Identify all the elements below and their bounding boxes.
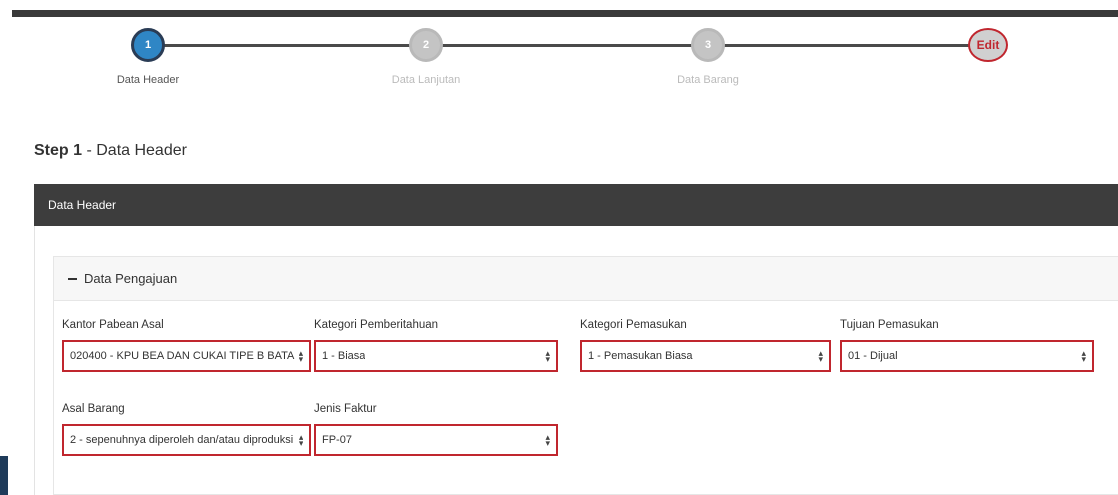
select-updown-icon: ▴▾ — [299, 434, 303, 446]
tujuan-pemasukan-label: Tujuan Pemasukan — [840, 319, 939, 331]
page-title-step: Step 1 — [34, 142, 83, 159]
kategori-pemasukan-select[interactable]: 1 - Pemasukan Biasa ▴ ▾ — [580, 340, 831, 372]
panel-header: Data Header — [34, 184, 1118, 226]
page-title-text: - Data Header — [82, 142, 187, 159]
kantor-pabean-asal-label: Kantor Pabean Asal — [62, 319, 164, 331]
panel-header-title: Data Header — [48, 198, 117, 212]
step-3-circle[interactable]: 3 — [691, 28, 725, 62]
kantor-pabean-asal-select[interactable]: 020400 - KPU BEA DAN CUKAI TIPE B BATAM … — [62, 340, 311, 372]
left-edge-marker — [0, 456, 8, 495]
kantor-pabean-asal-value: 020400 - KPU BEA DAN CUKAI TIPE B BATAM — [70, 350, 295, 362]
asal-barang-select[interactable]: 2 - sepenuhnya diperoleh dan/atau diprod… — [62, 424, 311, 456]
tujuan-pemasukan-value: 01 - Dijual — [848, 350, 898, 362]
wizard-step-edit[interactable]: Edit — [918, 20, 1058, 62]
wizard-progress-line — [148, 44, 988, 47]
page-title: Step 1 - Data Header — [34, 142, 187, 160]
jenis-faktur-value: FP-07 — [322, 434, 352, 446]
kategori-pemberitahuan-select[interactable]: 1 - Biasa ▴ ▾ — [314, 340, 558, 372]
section-header[interactable]: Data Pengajuan — [54, 257, 1118, 301]
section-title: Data Pengajuan — [84, 271, 178, 286]
step-1-label: Data Header — [116, 74, 180, 86]
kategori-pemasukan-label: Kategori Pemasukan — [580, 319, 687, 331]
select-updown-icon: ▴▾ — [545, 350, 550, 362]
step-1-circle[interactable]: 1 — [131, 28, 165, 62]
jenis-faktur-label: Jenis Faktur — [314, 403, 377, 415]
select-updown-icon: ▴▾ — [298, 350, 303, 362]
wizard-step-3[interactable]: 3 Data Barang — [638, 20, 778, 86]
collapse-minus-icon[interactable] — [68, 277, 77, 280]
jenis-faktur-select[interactable]: FP-07 ▴ ▾ — [314, 424, 558, 456]
kategori-pemberitahuan-label: Kategori Pemberitahuan — [314, 319, 439, 331]
kategori-pemberitahuan-value: 1 - Biasa — [322, 350, 366, 362]
top-bar — [12, 10, 1118, 17]
select-updown-icon: ▴▾ — [818, 350, 823, 362]
step-2-label: Data Lanjutan — [391, 74, 461, 86]
edit-step-circle[interactable]: Edit — [968, 28, 1008, 62]
field-jenis-faktur: Jenis Faktur FP-07 ▴ ▾ — [314, 403, 558, 456]
asal-barang-value: 2 - sepenuhnya diperoleh dan/atau diprod… — [70, 434, 295, 446]
select-updown-icon: ▴▾ — [545, 434, 550, 446]
field-kategori-pemasukan: Kategori Pemasukan 1 - Pemasukan Biasa ▴… — [580, 319, 831, 372]
wizard-step-2[interactable]: 2 Data Lanjutan — [356, 20, 496, 86]
data-pengajuan-section: Data Pengajuan Kantor Pabean Asal 020400… — [53, 256, 1118, 495]
step-3-label: Data Barang — [677, 74, 739, 86]
step-2-circle[interactable]: 2 — [409, 28, 443, 62]
select-updown-icon: ▴▾ — [1081, 350, 1086, 362]
tujuan-pemasukan-select[interactable]: 01 - Dijual ▴ ▾ — [840, 340, 1094, 372]
wizard-step-1[interactable]: 1 Data Header — [78, 20, 218, 86]
panel-body: Data Pengajuan Kantor Pabean Asal 020400… — [34, 226, 1118, 495]
field-kategori-pemberitahuan: Kategori Pemberitahuan 1 - Biasa ▴ ▾ — [314, 319, 558, 372]
kategori-pemasukan-value: 1 - Pemasukan Biasa — [588, 350, 693, 362]
asal-barang-label: Asal Barang — [62, 403, 125, 415]
field-kantor-pabean-asal: Kantor Pabean Asal 020400 - KPU BEA DAN … — [62, 319, 311, 372]
step-wizard: 1 Data Header 2 Data Lanjutan 3 Data Bar… — [0, 20, 1118, 110]
field-asal-barang: Asal Barang 2 - sepenuhnya diperoleh dan… — [62, 403, 311, 456]
field-tujuan-pemasukan: Tujuan Pemasukan 01 - Dijual ▴ ▾ — [840, 319, 1094, 372]
